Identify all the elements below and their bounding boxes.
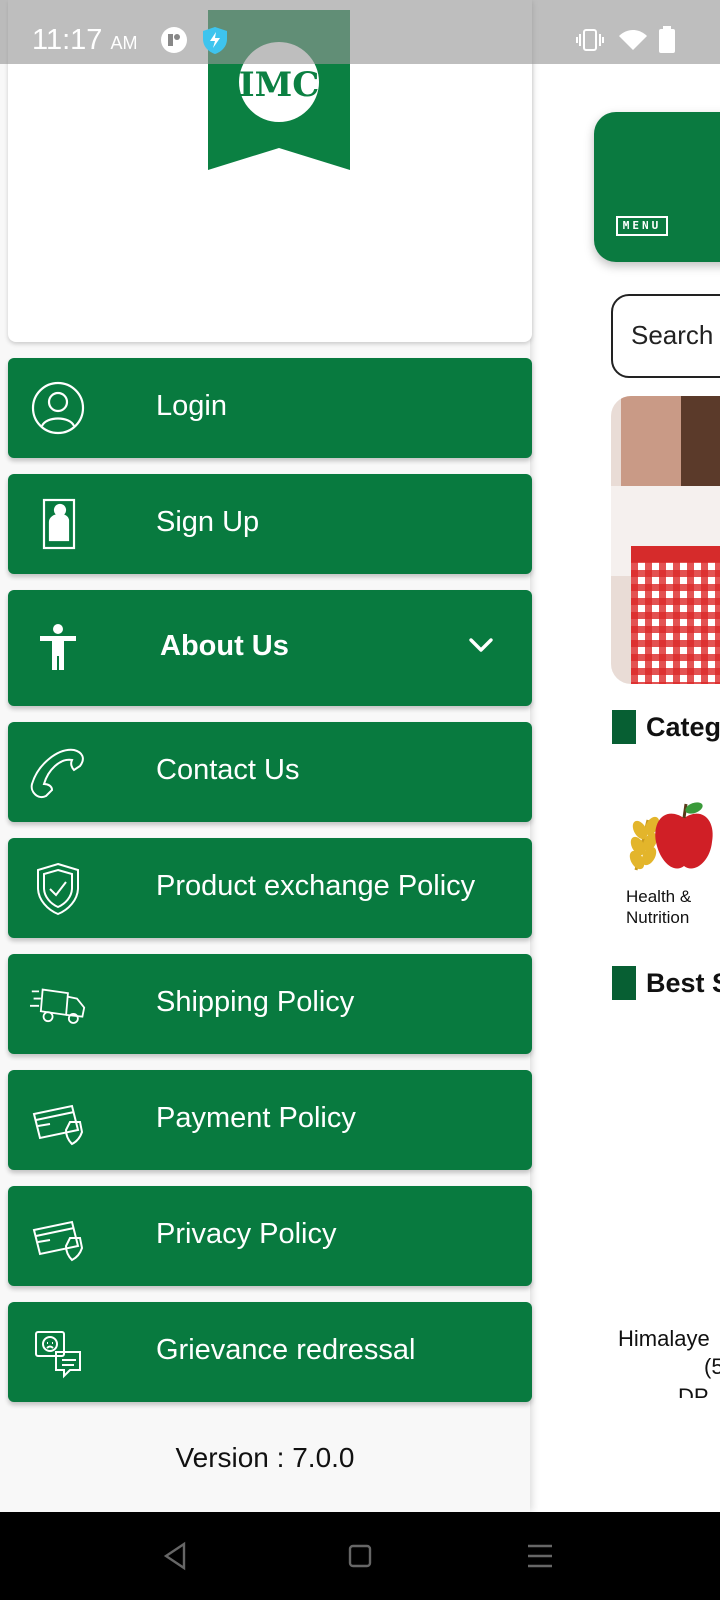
category-label: Health & Nutrition xyxy=(626,887,692,927)
recents-icon[interactable] xyxy=(524,1540,556,1572)
menu-label-privacy-policy: Privacy Policy xyxy=(156,1218,337,1250)
menu-item-login[interactable]: Login xyxy=(8,358,532,458)
product-shadow xyxy=(612,1040,720,1320)
status-time: 11:17 AM xyxy=(32,24,138,56)
apple-grain-icon xyxy=(629,802,713,871)
menu-item-signup[interactable]: Sign Up xyxy=(8,474,532,574)
signup-card-icon xyxy=(42,498,76,550)
phone-icon xyxy=(30,748,84,798)
product-size: (5 xyxy=(704,1354,720,1379)
menu-label-grievance: Grievance redressal xyxy=(156,1334,416,1366)
menu-item-privacy-policy[interactable]: Privacy Policy xyxy=(8,1186,532,1286)
app-version: Version : 7.0.0 xyxy=(175,1442,355,1473)
product-name: Himalaye xyxy=(618,1326,710,1351)
delivery-truck-icon xyxy=(30,988,86,1024)
menu-item-contact[interactable]: Contact Us xyxy=(8,722,532,822)
background-app: MENU Search Categ Health & Nutrition Bes… xyxy=(530,0,720,1512)
menu-item-about[interactable]: About Us xyxy=(8,590,532,706)
menu-label-login: Login xyxy=(156,390,227,422)
back-icon[interactable] xyxy=(160,1540,192,1572)
menu-label-signup: Sign Up xyxy=(156,506,260,538)
svg-text:IMC: IMC xyxy=(239,65,320,105)
person-accessibility-icon xyxy=(40,624,76,670)
menu-label-about: About Us xyxy=(160,630,289,662)
menu-item-grievance[interactable]: Grievance redressal xyxy=(8,1302,532,1402)
menu-item-exchange-policy[interactable]: Product exchange Policy xyxy=(8,838,532,938)
menu-tag[interactable]: MENU xyxy=(616,216,668,236)
chevron-down-icon[interactable] xyxy=(466,630,496,660)
wifi-icon xyxy=(619,30,647,50)
categories-title: Categ xyxy=(646,712,720,742)
search-placeholder: Search xyxy=(631,320,714,350)
product-dp: DP : xyxy=(678,1384,709,1398)
menu-item-payment-policy[interactable]: Payment Policy xyxy=(8,1070,532,1170)
category-item[interactable]: Health & Nutrition xyxy=(626,800,720,930)
menu-label-contact: Contact Us xyxy=(156,754,300,786)
product-card[interactable] xyxy=(612,1040,720,1320)
system-nav-bar xyxy=(0,1512,720,1600)
menu-label-payment-policy: Payment Policy xyxy=(156,1102,356,1134)
privacy-dot-icon xyxy=(161,27,187,53)
best-sellers-title: Best S xyxy=(646,968,720,998)
credit-card-shield-icon xyxy=(32,1104,84,1146)
app-header: MENU xyxy=(594,112,720,262)
navigation-drawer: IMC Login Sign Up About Us Contact Us Pr… xyxy=(0,0,532,1512)
user-circle-icon xyxy=(31,381,85,435)
vibrate-icon xyxy=(576,29,604,51)
promo-banner[interactable] xyxy=(611,396,720,684)
menu-label-exchange-policy: Product exchange Policy xyxy=(156,870,476,902)
home-icon[interactable] xyxy=(344,1540,376,1572)
credit-card-shield-icon xyxy=(32,1220,84,1262)
status-bar: 11:17 AM xyxy=(0,0,720,64)
menu-item-shipping-policy[interactable]: Shipping Policy xyxy=(8,954,532,1054)
chat-feedback-icon xyxy=(35,1331,81,1379)
search-input[interactable]: Search xyxy=(611,294,720,378)
menu-label-shipping-policy: Shipping Policy xyxy=(156,986,355,1018)
battery-icon xyxy=(659,26,675,53)
shield-check-icon xyxy=(37,862,79,916)
shield-bolt-icon xyxy=(203,27,227,54)
